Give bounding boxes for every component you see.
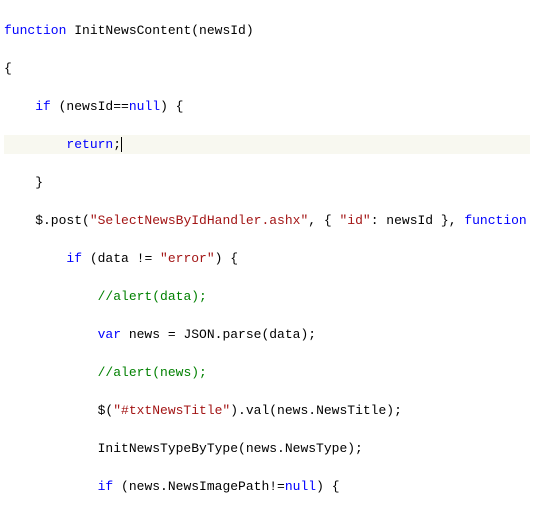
- keyword-return: return: [66, 137, 113, 152]
- comment: //alert(news);: [98, 365, 207, 380]
- code-line: //alert(data);: [4, 287, 530, 306]
- string-literal: "error": [160, 251, 215, 266]
- keyword-function: function: [464, 213, 526, 228]
- code-line: function InitNewsContent(newsId): [4, 21, 530, 40]
- brace: }: [4, 175, 43, 190]
- code-line: InitNewsTypeByType(news.NewsType);: [4, 439, 530, 458]
- code-line: if (data != "error") {: [4, 249, 530, 268]
- code-line-active: return;: [4, 135, 530, 154]
- code-line: $("#txtNewsTitle").val(news.NewsTitle);: [4, 401, 530, 420]
- code-line: }: [4, 173, 530, 192]
- code-text: ).val(news.NewsTitle);: [230, 403, 402, 418]
- code-text: InitNewsTypeByType(news.NewsType);: [4, 441, 363, 456]
- indent: [4, 479, 98, 494]
- indent: [4, 289, 98, 304]
- code-editor[interactable]: function InitNewsContent(newsId) { if (n…: [0, 0, 534, 517]
- code-text: (news.NewsImagePath!=: [113, 479, 285, 494]
- function-signature: InitNewsContent(newsId): [66, 23, 253, 38]
- keyword-if: if: [98, 479, 114, 494]
- string-literal: "#txtNewsTitle": [113, 403, 230, 418]
- indent: [4, 365, 98, 380]
- code-text: ) {: [215, 251, 238, 266]
- code-text: news = JSON.parse(data);: [121, 327, 316, 342]
- code-text: $(: [4, 403, 113, 418]
- code-text: ;: [113, 137, 121, 152]
- code-line: if (news.NewsImagePath!=null) {: [4, 477, 530, 496]
- comment: //alert(data);: [98, 289, 207, 304]
- code-line: if (newsId==null) {: [4, 97, 530, 116]
- keyword-null: null: [285, 479, 316, 494]
- code-line: {: [4, 59, 530, 78]
- code-text: (data !=: [82, 251, 160, 266]
- code-text: (data) {: [527, 213, 534, 228]
- indent: [4, 99, 35, 114]
- text-caret: [121, 137, 122, 152]
- code-text: ) {: [160, 99, 183, 114]
- indent: [4, 137, 66, 152]
- code-text: $.post(: [4, 213, 90, 228]
- keyword-if: if: [66, 251, 82, 266]
- brace: {: [4, 61, 12, 76]
- code-line: var news = JSON.parse(data);: [4, 325, 530, 344]
- code-text: : newsId },: [371, 213, 465, 228]
- code-line: $.post("SelectNewsByIdHandler.ashx", { "…: [4, 211, 530, 230]
- code-text: ) {: [316, 479, 339, 494]
- code-text: , {: [308, 213, 339, 228]
- indent: [4, 251, 66, 266]
- keyword-if: if: [35, 99, 51, 114]
- indent: [4, 327, 98, 342]
- string-literal: "SelectNewsByIdHandler.ashx": [90, 213, 308, 228]
- code-line: //alert(news);: [4, 363, 530, 382]
- string-literal: "id": [339, 213, 370, 228]
- keyword-var: var: [98, 327, 121, 342]
- keyword-null: null: [129, 99, 160, 114]
- code-text: (newsId==: [51, 99, 129, 114]
- keyword-function: function: [4, 23, 66, 38]
